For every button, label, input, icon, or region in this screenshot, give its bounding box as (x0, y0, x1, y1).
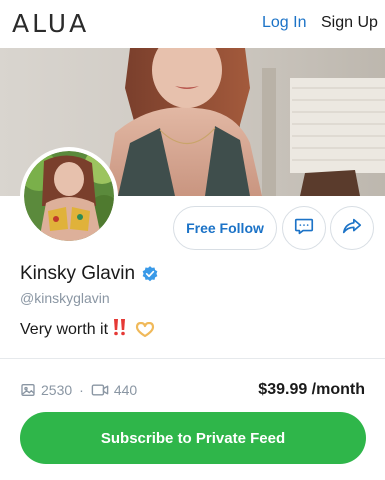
subscribe-button[interactable]: Subscribe to Private Feed (20, 412, 366, 464)
alua-logo[interactable]: ALUA (12, 9, 89, 38)
bio-text: Very worth it (20, 320, 109, 338)
image-icon (20, 382, 41, 398)
heart-hands-emoji (134, 321, 156, 338)
login-link[interactable]: Log In (262, 14, 306, 32)
share-arrow-icon (341, 215, 363, 242)
profile-handle: @kinskyglavin (20, 290, 110, 306)
double-exclamation-emoji (112, 318, 128, 341)
share-button[interactable] (330, 206, 374, 250)
stats-separator: · (79, 382, 84, 398)
chat-bubble-icon (293, 215, 315, 242)
videos-count: 440 (113, 382, 138, 398)
verified-badge-icon (141, 265, 159, 283)
avatar[interactable] (20, 147, 118, 245)
top-bar: ALUA Log In Sign Up (0, 0, 385, 48)
photos-stat[interactable]: 2530 (20, 382, 72, 398)
signup-link[interactable]: Sign Up (321, 14, 378, 32)
video-camera-icon (91, 382, 114, 398)
videos-stat[interactable]: 440 (91, 382, 137, 398)
subscription-price: $39.99 /month (258, 381, 365, 398)
photos-count: 2530 (41, 382, 73, 398)
profile-name-row: Kinsky Glavin (20, 263, 159, 285)
section-divider (0, 358, 385, 359)
free-follow-button[interactable]: Free Follow (173, 206, 277, 250)
profile-name: Kinsky Glavin (20, 263, 136, 284)
message-button[interactable] (282, 206, 326, 250)
profile-bio: Very worth it (20, 318, 156, 341)
media-stats: 2530 · 440 (20, 382, 137, 398)
